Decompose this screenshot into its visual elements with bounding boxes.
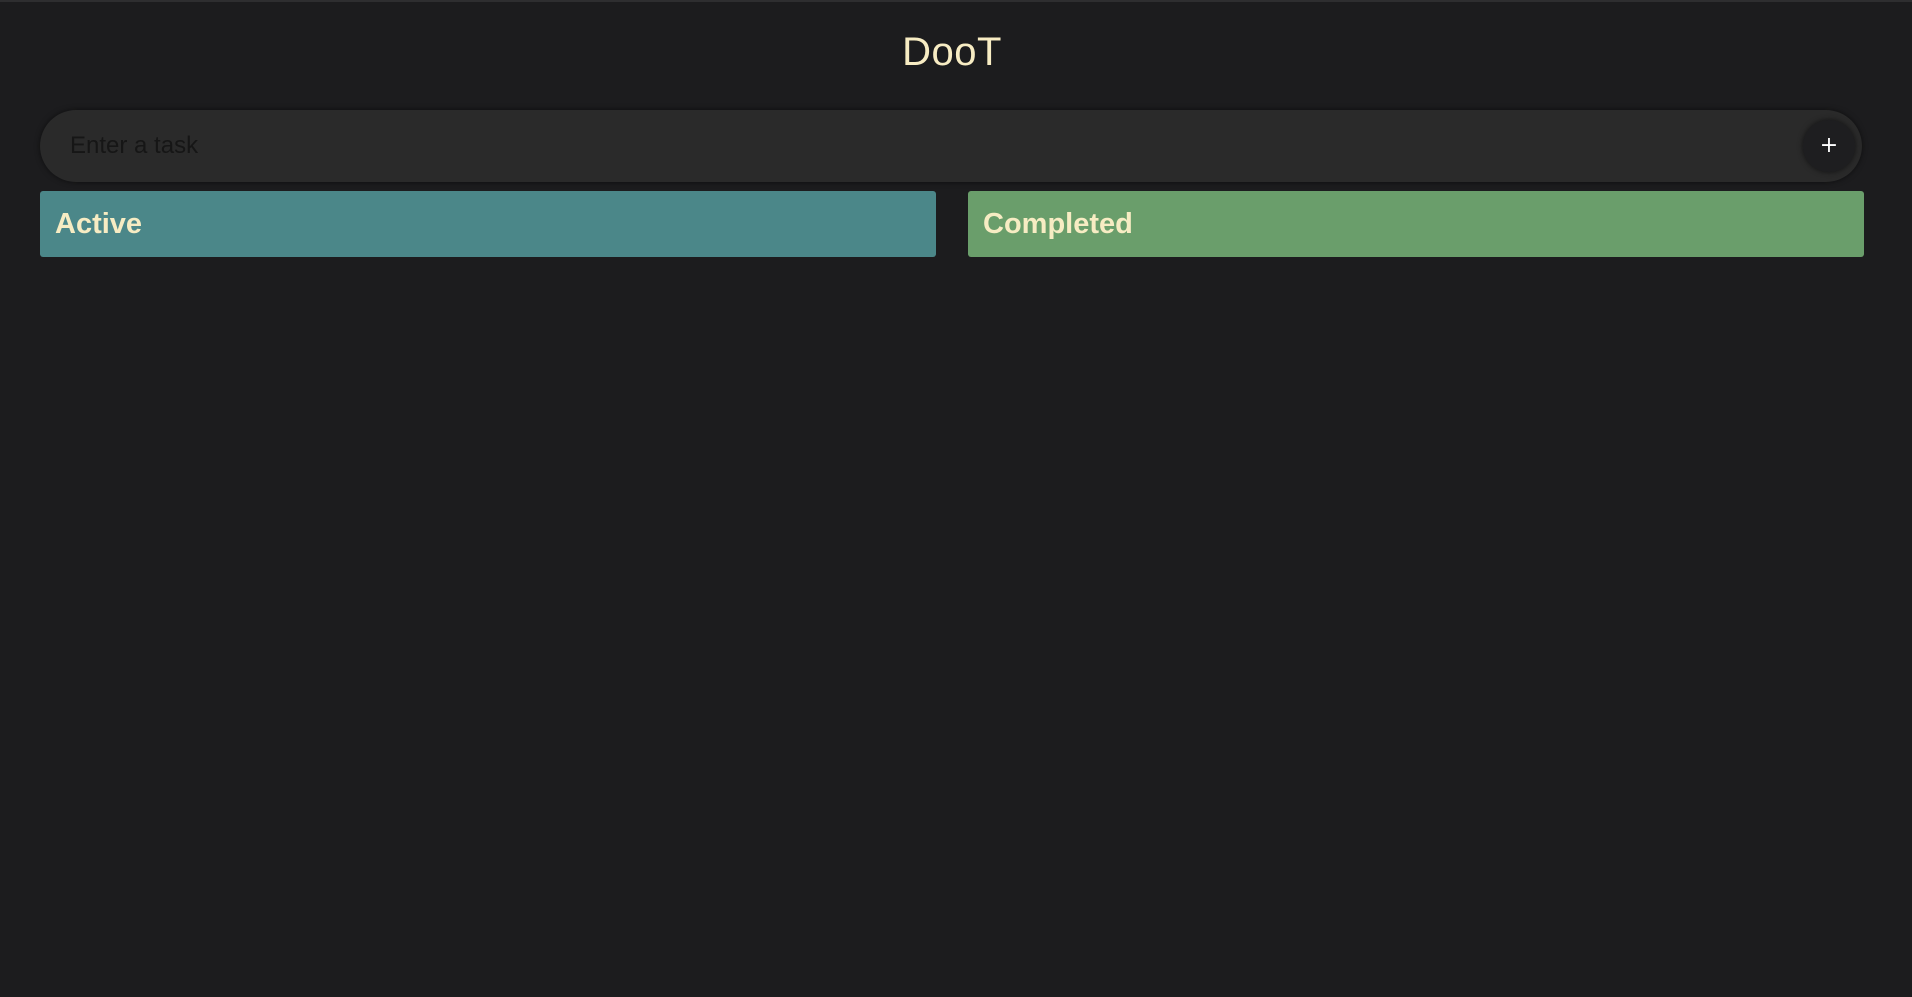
- active-column-header: Active: [40, 191, 936, 257]
- app-container: DooT + Active Completed: [0, 0, 1912, 997]
- app-title: DooT: [902, 30, 1002, 74]
- task-entry-bar: +: [40, 110, 1862, 182]
- completed-column-header: Completed: [968, 191, 1864, 257]
- task-input[interactable]: [70, 110, 1770, 182]
- add-task-button[interactable]: +: [1803, 120, 1855, 172]
